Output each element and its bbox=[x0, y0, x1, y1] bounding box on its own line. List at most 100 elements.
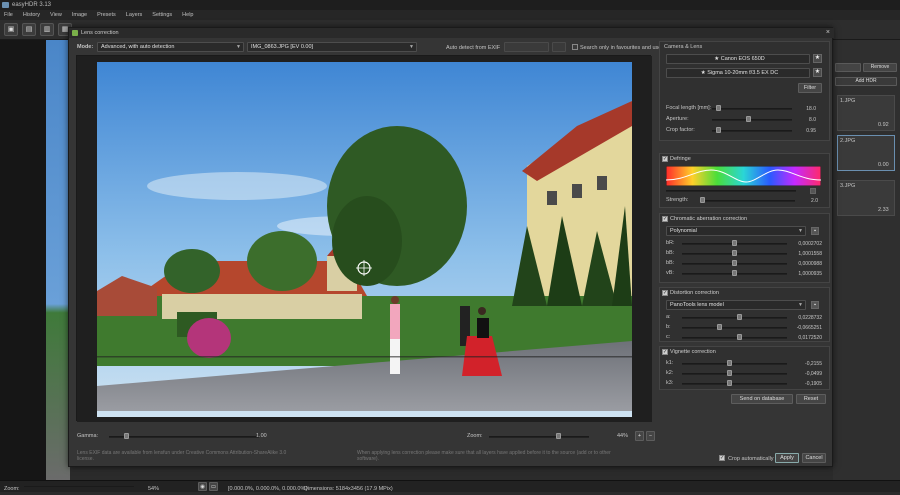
camera-select-value: Canon EOS 650D bbox=[720, 56, 765, 62]
filter-button[interactable]: Filter bbox=[798, 83, 822, 93]
chromatic-row-value: 0,0002702 bbox=[798, 241, 822, 247]
close-icon[interactable]: × bbox=[826, 28, 830, 38]
zoom-slider[interactable] bbox=[489, 436, 589, 438]
new-file-icon[interactable]: ▣ bbox=[4, 23, 18, 36]
distortion-model-select[interactable]: PanoTools lens model ▼ bbox=[666, 300, 806, 310]
layer-thumb-ev: 0.92 bbox=[878, 122, 889, 128]
apply-button[interactable]: Apply bbox=[775, 453, 799, 463]
distortion-row-label: b: bbox=[666, 324, 671, 330]
lens-select-value: Sigma 10-20mm f/3.5 EX DC bbox=[707, 70, 779, 76]
menu-file[interactable]: File bbox=[4, 12, 13, 18]
mode-select[interactable]: Advanced, with auto detection ▼ bbox=[97, 42, 244, 52]
chromatic-model-select[interactable]: Polynomial ▼ bbox=[666, 226, 806, 236]
search-favourites-checkbox[interactable] bbox=[572, 44, 578, 50]
strength-knob[interactable] bbox=[700, 197, 705, 203]
zoom-in-icon[interactable]: + bbox=[635, 431, 644, 441]
menu-settings[interactable]: Settings bbox=[152, 12, 172, 18]
vignette-row-label: k2: bbox=[666, 370, 674, 376]
aperture-slider[interactable] bbox=[712, 119, 792, 121]
mode-select-value: Advanced, with auto detection bbox=[101, 44, 175, 50]
focal-length-knob[interactable] bbox=[715, 105, 721, 111]
camera-icon[interactable]: ◉ bbox=[198, 482, 207, 491]
cancel-button[interactable]: Cancel bbox=[802, 453, 826, 463]
open-images-icon[interactable]: ▤ bbox=[22, 23, 36, 36]
distortion-row-slider[interactable] bbox=[682, 337, 787, 339]
distortion-row-slider[interactable] bbox=[682, 327, 787, 329]
defringe-hue-curve[interactable] bbox=[666, 166, 821, 186]
distortion-row-slider[interactable] bbox=[682, 317, 787, 319]
camera-select[interactable]: ★ Canon EOS 650D bbox=[666, 54, 810, 64]
distortion-row-knob[interactable] bbox=[717, 324, 722, 330]
chromatic-row-value: 1,0000935 bbox=[798, 271, 822, 277]
vignette-row-knob[interactable] bbox=[727, 380, 732, 386]
chromatic-row-knob[interactable] bbox=[732, 240, 737, 246]
menu-history[interactable]: History bbox=[23, 12, 40, 18]
layer-thumb[interactable]: 3.JPG 2.33 bbox=[837, 180, 895, 216]
detect-button[interactable] bbox=[504, 42, 549, 52]
correction-side-panel: Camera & Lens ★ Canon EOS 650D ★ ★ Sigma… bbox=[659, 41, 830, 465]
chromatic-row-knob[interactable] bbox=[732, 260, 737, 266]
crop-factor-value: 0.95 bbox=[806, 128, 816, 134]
defringe-checkbox[interactable]: ✓ bbox=[662, 156, 668, 162]
reset-button[interactable]: Reset bbox=[796, 394, 826, 404]
image-select[interactable]: IMG_0863.JPG [EV 0.00] ▼ bbox=[247, 42, 417, 52]
crop-automatically-checkbox[interactable]: ✓ bbox=[719, 455, 725, 461]
detect-small-button[interactable] bbox=[552, 42, 566, 52]
focal-length-slider[interactable] bbox=[712, 108, 792, 110]
menu-layers[interactable]: Layers bbox=[126, 12, 143, 18]
gamma-slider-knob[interactable] bbox=[123, 433, 129, 439]
chromatic-row-knob[interactable] bbox=[732, 250, 737, 256]
layer-thumb[interactable]: 2.JPG 0.00 bbox=[837, 135, 895, 171]
crop-automatically-label: Crop automatically bbox=[728, 456, 774, 462]
chromatic-checkbox[interactable]: ✓ bbox=[662, 216, 668, 222]
layer-thumb[interactable]: 1.JPG 0.92 bbox=[837, 95, 895, 131]
menu-image[interactable]: Image bbox=[72, 12, 87, 18]
lens-select[interactable]: ★ Sigma 10-20mm f/3.5 EX DC bbox=[666, 68, 810, 78]
menu-view[interactable]: View bbox=[50, 12, 62, 18]
left-dark-strip bbox=[0, 40, 46, 480]
favourite-lens-icon[interactable]: ★ bbox=[813, 68, 822, 77]
autodetect-label: Auto detect from EXIF bbox=[446, 45, 501, 51]
hue-range-slider[interactable] bbox=[666, 190, 796, 192]
vignette-row-slider[interactable] bbox=[682, 383, 787, 385]
crop-factor-slider[interactable] bbox=[712, 130, 792, 132]
open-folder-icon[interactable]: ▥ bbox=[40, 23, 54, 36]
chromatic-row-knob[interactable] bbox=[732, 270, 737, 276]
lock-icon[interactable]: ▪ bbox=[811, 227, 819, 235]
vignette-title: Vignette correction bbox=[670, 349, 716, 355]
distortion-row-knob[interactable] bbox=[737, 334, 742, 340]
aperture-knob[interactable] bbox=[745, 116, 751, 122]
vignette-row-slider[interactable] bbox=[682, 373, 787, 375]
favourite-camera-icon[interactable]: ★ bbox=[813, 54, 822, 63]
add-hdr-button[interactable]: Add HDR bbox=[835, 77, 897, 86]
send-to-database-button[interactable]: Send on database bbox=[731, 394, 793, 404]
zoom-slider-knob[interactable] bbox=[555, 433, 561, 439]
image-viewer[interactable] bbox=[76, 55, 652, 422]
right-panel-tab-button[interactable] bbox=[835, 63, 861, 72]
status-zoom-label: Zoom: bbox=[4, 486, 20, 492]
chromatic-row-label: vB: bbox=[666, 270, 674, 276]
vignette-row-knob[interactable] bbox=[727, 370, 732, 376]
gamma-slider[interactable] bbox=[109, 436, 259, 438]
vignette-row-slider[interactable] bbox=[682, 363, 787, 365]
strength-slider[interactable] bbox=[700, 200, 795, 202]
chromatic-row-label: bR: bbox=[666, 240, 675, 246]
lock-icon[interactable]: ▪ bbox=[811, 301, 819, 309]
vignette-row-knob[interactable] bbox=[727, 360, 732, 366]
vignette-checkbox[interactable]: ✓ bbox=[662, 349, 668, 355]
status-zoom-slider[interactable] bbox=[24, 486, 134, 488]
status-zoom-value: 54% bbox=[148, 486, 160, 492]
menu-presets[interactable]: Presets bbox=[97, 12, 116, 18]
hue-range-handle-icon[interactable] bbox=[810, 188, 816, 194]
distortion-checkbox[interactable]: ✓ bbox=[662, 290, 668, 296]
crop-factor-knob[interactable] bbox=[715, 127, 721, 133]
chromatic-row-value: 0,0000988 bbox=[798, 261, 822, 267]
monitor-icon[interactable]: ▭ bbox=[209, 482, 218, 491]
distortion-row-knob[interactable] bbox=[737, 314, 742, 320]
remove-button[interactable]: Remove bbox=[863, 63, 897, 72]
app-icon bbox=[2, 2, 9, 8]
menu-help[interactable]: Help bbox=[182, 12, 193, 18]
app-title: easyHDR 3.13 bbox=[12, 2, 52, 8]
zoom-out-icon[interactable]: − bbox=[646, 431, 655, 441]
vignette-row-value: -0,2155 bbox=[805, 361, 822, 367]
